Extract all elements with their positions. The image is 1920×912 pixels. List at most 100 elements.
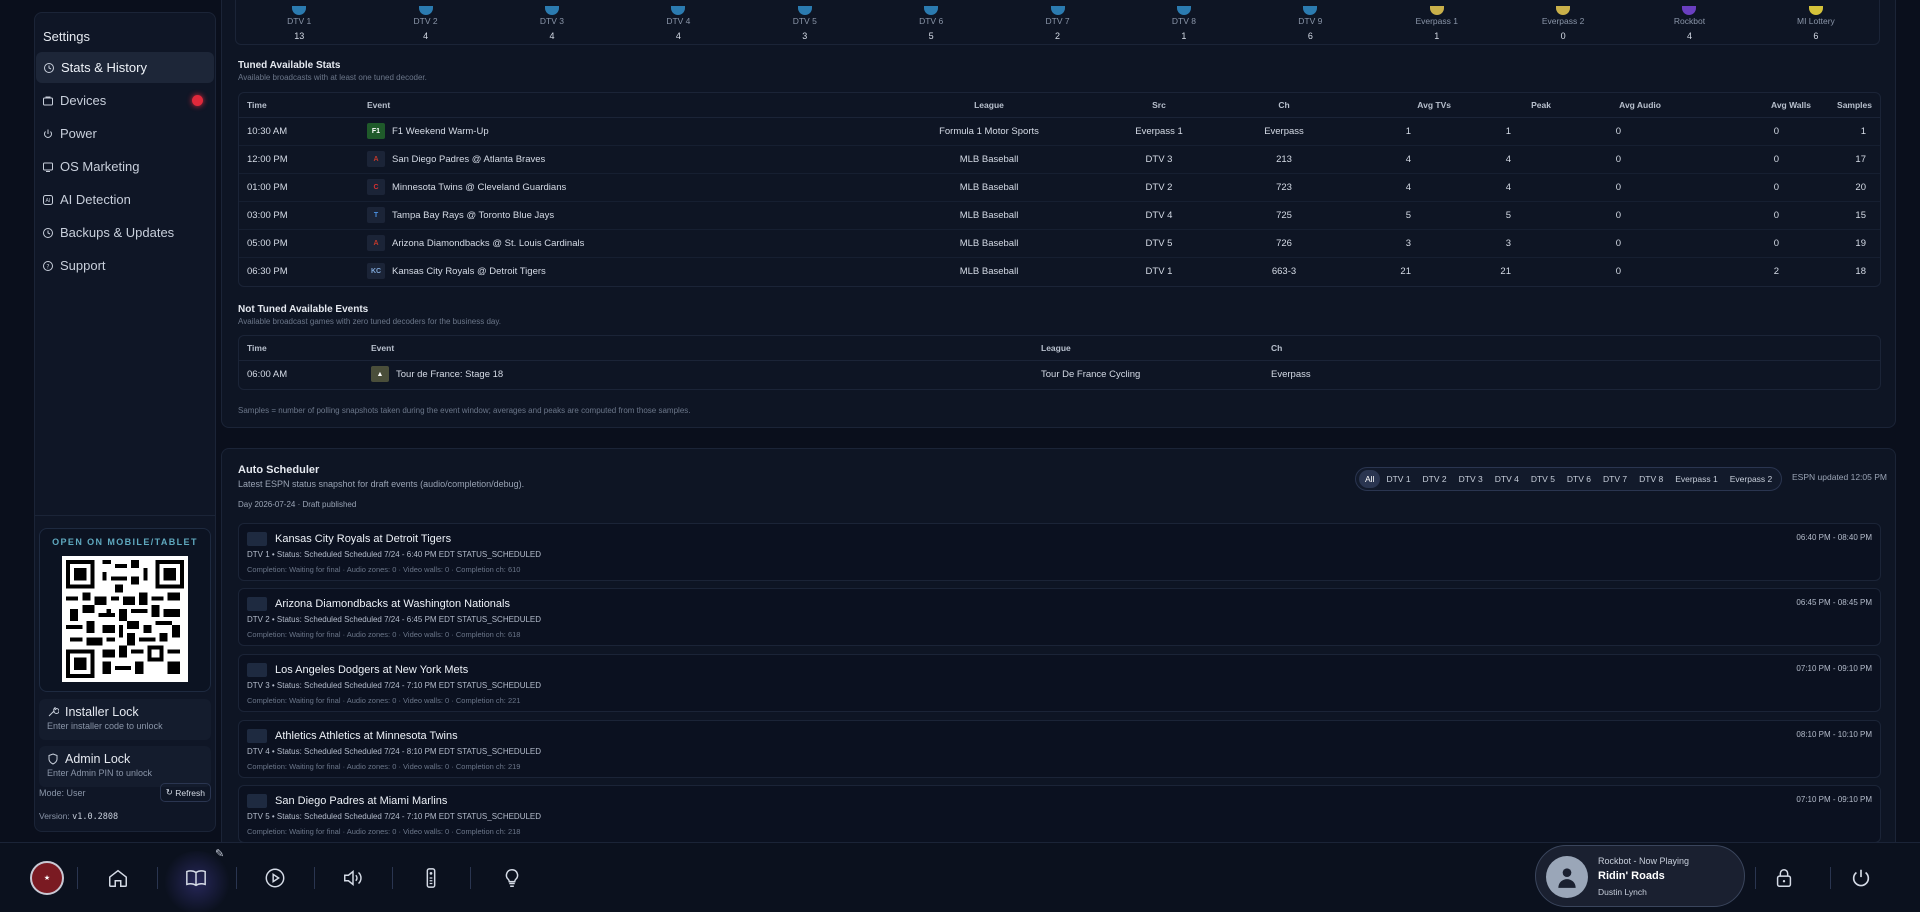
column-header[interactable]: League — [889, 93, 1089, 118]
filter-chip-dtv6[interactable]: DTV 6 — [1561, 470, 1597, 488]
dtv-column[interactable]: DTV 3 4 — [489, 0, 615, 44]
dtv-column[interactable]: MI Lottery 6 — [1753, 0, 1879, 44]
scheduled-game-card[interactable]: San Diego Padres at Miami Marlins DTV 5 … — [238, 785, 1881, 843]
sidebar-item-backups-updates[interactable]: Backups & Updates — [35, 217, 215, 248]
column-header[interactable]: Time — [239, 93, 359, 118]
nav-separator — [1830, 867, 1831, 889]
dtv-column[interactable]: DTV 5 3 — [742, 0, 868, 44]
lock-icon[interactable] — [1771, 865, 1797, 891]
dtv-name: DTV 9 — [1298, 16, 1323, 26]
cell-time: 12:00 PM — [239, 145, 359, 174]
book-icon[interactable] — [183, 865, 209, 891]
dtv-column[interactable]: DTV 9 6 — [1247, 0, 1373, 44]
cell-peak: 4 — [1459, 145, 1559, 174]
filter-chip-dtv7[interactable]: DTV 7 — [1597, 470, 1633, 488]
column-header[interactable]: Peak — [1459, 93, 1559, 118]
remote-icon[interactable] — [418, 865, 444, 891]
column-header[interactable]: Avg Walls — [1669, 93, 1819, 118]
filter-chip-dtv8[interactable]: DTV 8 — [1633, 470, 1669, 488]
table-row[interactable]: 03:00 PM T Tampa Bay Rays @ Toronto Blue … — [239, 201, 1880, 230]
dtv-column[interactable]: DTV 7 2 — [994, 0, 1120, 44]
column-header[interactable]: League — [1033, 336, 1263, 361]
column-header[interactable]: Samples — [1819, 93, 1880, 118]
admin-lock-button[interactable]: Admin Lock Enter Admin PIN to unlock — [39, 746, 211, 787]
sidebar-item-os-marketing[interactable]: OS Marketing — [35, 151, 215, 182]
cell-src: DTV 4 — [1089, 201, 1229, 230]
table-row[interactable]: 01:00 PM C Minnesota Twins @ Cleveland Gu… — [239, 173, 1880, 202]
cell-peak: 5 — [1459, 201, 1559, 230]
tuned-stats-title: Tuned Available Stats — [238, 60, 341, 71]
now-playing-track: Ridin' Roads — [1598, 870, 1665, 882]
dtv-column[interactable]: DTV 6 5 — [868, 0, 994, 44]
table-row[interactable]: 06:30 PM KC Kansas City Royals @ Detroit … — [239, 257, 1880, 285]
column-header[interactable]: Ch — [1229, 93, 1339, 118]
filter-chip-dtv4[interactable]: DTV 4 — [1489, 470, 1525, 488]
team-logo-icon: KC — [367, 263, 385, 280]
dtv-column[interactable]: Rockbot 4 — [1626, 0, 1752, 44]
now-playing-card[interactable]: Rockbot - Now Playing Ridin' Roads Dusti… — [1535, 845, 1745, 907]
sidebar-item-ai-detection[interactable]: AI AI Detection — [35, 184, 215, 215]
volume-icon[interactable] — [340, 865, 366, 891]
column-header[interactable]: Event — [363, 336, 1033, 361]
filter-chip-dtv5[interactable]: DTV 5 — [1525, 470, 1561, 488]
sidebar-item-support[interactable]: ? Support — [35, 250, 215, 281]
scheduled-game-card[interactable]: Arizona Diamondbacks at Washington Natio… — [238, 588, 1881, 646]
cell-avg-walls: 0 — [1669, 145, 1819, 174]
logo-icon[interactable]: ★ — [30, 861, 64, 895]
dtv-column[interactable]: DTV 4 4 — [615, 0, 741, 44]
dtv-name: Rockbot — [1673, 16, 1706, 26]
dtv-column[interactable]: Everpass 1 1 — [1374, 0, 1500, 44]
scheduled-game-card[interactable]: Los Angeles Dodgers at New York Mets DTV… — [238, 654, 1881, 712]
cell-avg-tvs: 4 — [1339, 145, 1459, 174]
column-header[interactable]: Event — [359, 93, 889, 118]
filter-chip-everpass2[interactable]: Everpass 2 — [1724, 470, 1779, 488]
scheduled-game-card[interactable]: Kansas City Royals at Detroit Tigers DTV… — [238, 523, 1881, 581]
lightbulb-icon[interactable] — [499, 865, 525, 891]
cell-time: 10:30 AM — [239, 117, 359, 146]
rockbot-icon — [1682, 6, 1697, 15]
sidebar-item-power[interactable]: Power — [35, 118, 215, 149]
filter-chip-dtv2[interactable]: DTV 2 — [1417, 470, 1453, 488]
dtv-column[interactable]: DTV 8 1 — [1121, 0, 1247, 44]
table-row[interactable]: 05:00 PM A Arizona Diamondbacks @ St. Lou… — [239, 229, 1880, 258]
game-time: 07:10 PM - 09:10 PM — [1796, 664, 1872, 673]
column-header[interactable]: Ch — [1263, 336, 1880, 361]
mode-text: Mode: User — [39, 787, 86, 798]
filter-chip-everpass1[interactable]: Everpass 1 — [1669, 470, 1724, 488]
power-icon[interactable] — [1848, 865, 1874, 891]
sidebar-item-devices[interactable]: Devices — [35, 85, 215, 116]
dtv-column[interactable]: Everpass 2 0 — [1500, 0, 1626, 44]
qr-card: OPEN ON MOBILE/TABLET — [39, 528, 211, 692]
installer-lock-button[interactable]: Installer Lock Enter installer code to u… — [39, 699, 211, 740]
table-row[interactable]: 06:00 AM ▲ Tour de France: Stage 18 Tour … — [239, 360, 1880, 388]
admin-lock-title: Admin Lock — [65, 752, 131, 766]
cell-samples: 19 — [1819, 229, 1880, 258]
table-row[interactable]: 12:00 PM A San Diego Padres @ Atlanta Bra… — [239, 145, 1880, 174]
refresh-button[interactable]: ↻ Refresh — [159, 783, 211, 802]
magic-wand-icon: ✎ — [215, 848, 225, 860]
play-icon[interactable] — [262, 865, 288, 891]
everpass-icon — [1429, 6, 1444, 15]
column-header[interactable]: Src — [1089, 93, 1229, 118]
dtv-column[interactable]: DTV 2 4 — [362, 0, 488, 44]
filter-chip-dtv1[interactable]: DTV 1 — [1380, 470, 1416, 488]
scheduled-game-card[interactable]: Athletics Athletics at Minnesota Twins D… — [238, 720, 1881, 778]
home-icon[interactable] — [105, 865, 131, 891]
filter-chip-all[interactable]: All — [1359, 470, 1381, 488]
tv-icon — [418, 6, 433, 15]
filter-chip-dtv3[interactable]: DTV 3 — [1453, 470, 1489, 488]
nav-separator — [1755, 867, 1756, 889]
dtv-count: 1 — [1434, 31, 1440, 41]
table-row[interactable]: 10:30 AM F1 F1 Weekend Warm-Up Formula 1 … — [239, 117, 1880, 146]
dtv-column[interactable]: DTV 1 13 — [236, 0, 362, 44]
column-header[interactable]: Avg TVs — [1339, 93, 1459, 118]
column-header[interactable]: Avg Audio — [1559, 93, 1669, 118]
game-time: 06:45 PM - 08:45 PM — [1796, 598, 1872, 607]
dtv-name: DTV 7 — [1045, 16, 1070, 26]
sidebar-item-stats-history[interactable]: Stats & History — [36, 52, 214, 83]
sidebar-title: Settings — [43, 29, 90, 44]
column-header[interactable]: Time — [239, 336, 363, 361]
tuned-stats-table: Time Event League Src Ch Avg TVs Peak Av… — [238, 92, 1881, 287]
now-playing-artist: Dustin Lynch — [1598, 887, 1647, 897]
refresh-label: Refresh — [175, 787, 205, 798]
